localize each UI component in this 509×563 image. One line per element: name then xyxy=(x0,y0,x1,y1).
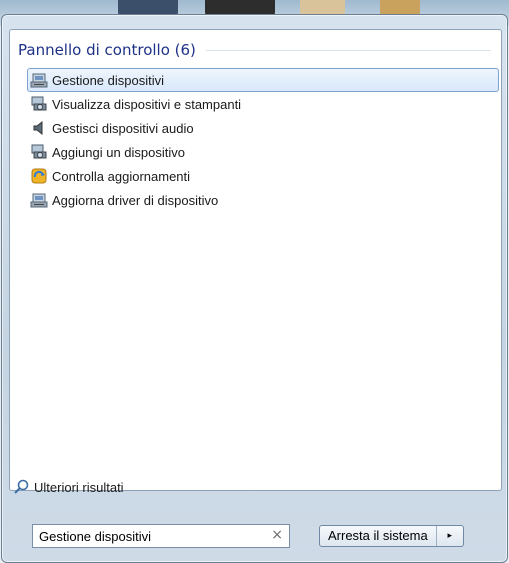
result-label: Gestione dispositivi xyxy=(52,72,164,88)
result-label: Controlla aggiornamenti xyxy=(52,168,191,184)
result-label: Visualizza dispositivi e stampanti xyxy=(52,96,242,112)
search-results-panel: Pannello di controllo (6) Gestione dispo… xyxy=(9,29,502,491)
add-device-icon xyxy=(30,143,48,161)
result-item-check-updates[interactable]: Controlla aggiornamenti xyxy=(27,164,499,188)
result-label: Aggiorna driver di dispositivo xyxy=(52,192,219,208)
result-item-device-manager[interactable]: Gestione dispositivi xyxy=(27,68,499,92)
clear-search-icon[interactable]: × xyxy=(271,527,283,543)
result-item-audio-devices[interactable]: Gestisci dispositivi audio xyxy=(27,116,499,140)
driver-update-icon xyxy=(30,191,48,209)
group-title[interactable]: Pannello di controllo (6) xyxy=(18,41,196,59)
search-icon xyxy=(12,478,30,496)
result-label: Gestisci dispositivi audio xyxy=(52,120,194,136)
more-results-label: Ulteriori risultati xyxy=(34,479,124,495)
shutdown-options-arrow-icon[interactable]: ▸ xyxy=(435,526,463,546)
search-input[interactable] xyxy=(33,525,269,547)
group-header: Pannello di controllo (6) xyxy=(18,38,491,62)
group-divider xyxy=(205,49,491,51)
shutdown-button[interactable]: Arresta il sistema xyxy=(320,526,436,546)
start-menu: Pannello di controllo (6) Gestione dispo… xyxy=(1,14,508,563)
shutdown-button-group: Arresta il sistema ▸ xyxy=(319,525,464,547)
result-item-devices-printers[interactable]: Visualizza dispositivi e stampanti xyxy=(27,92,499,116)
device-manager-icon xyxy=(30,71,48,89)
result-label: Aggiungi un dispositivo xyxy=(52,144,185,160)
more-results-link[interactable]: Ulteriori risultati xyxy=(12,478,124,496)
result-item-update-driver[interactable]: Aggiorna driver di dispositivo xyxy=(27,188,499,212)
devices-printers-icon xyxy=(30,95,48,113)
results-list: Gestione dispositivi Visualizza disposit… xyxy=(27,68,499,212)
result-item-add-device[interactable]: Aggiungi un dispositivo xyxy=(27,140,499,164)
windows-update-icon xyxy=(30,167,48,185)
speaker-icon xyxy=(30,119,48,137)
search-box: × xyxy=(32,524,290,548)
